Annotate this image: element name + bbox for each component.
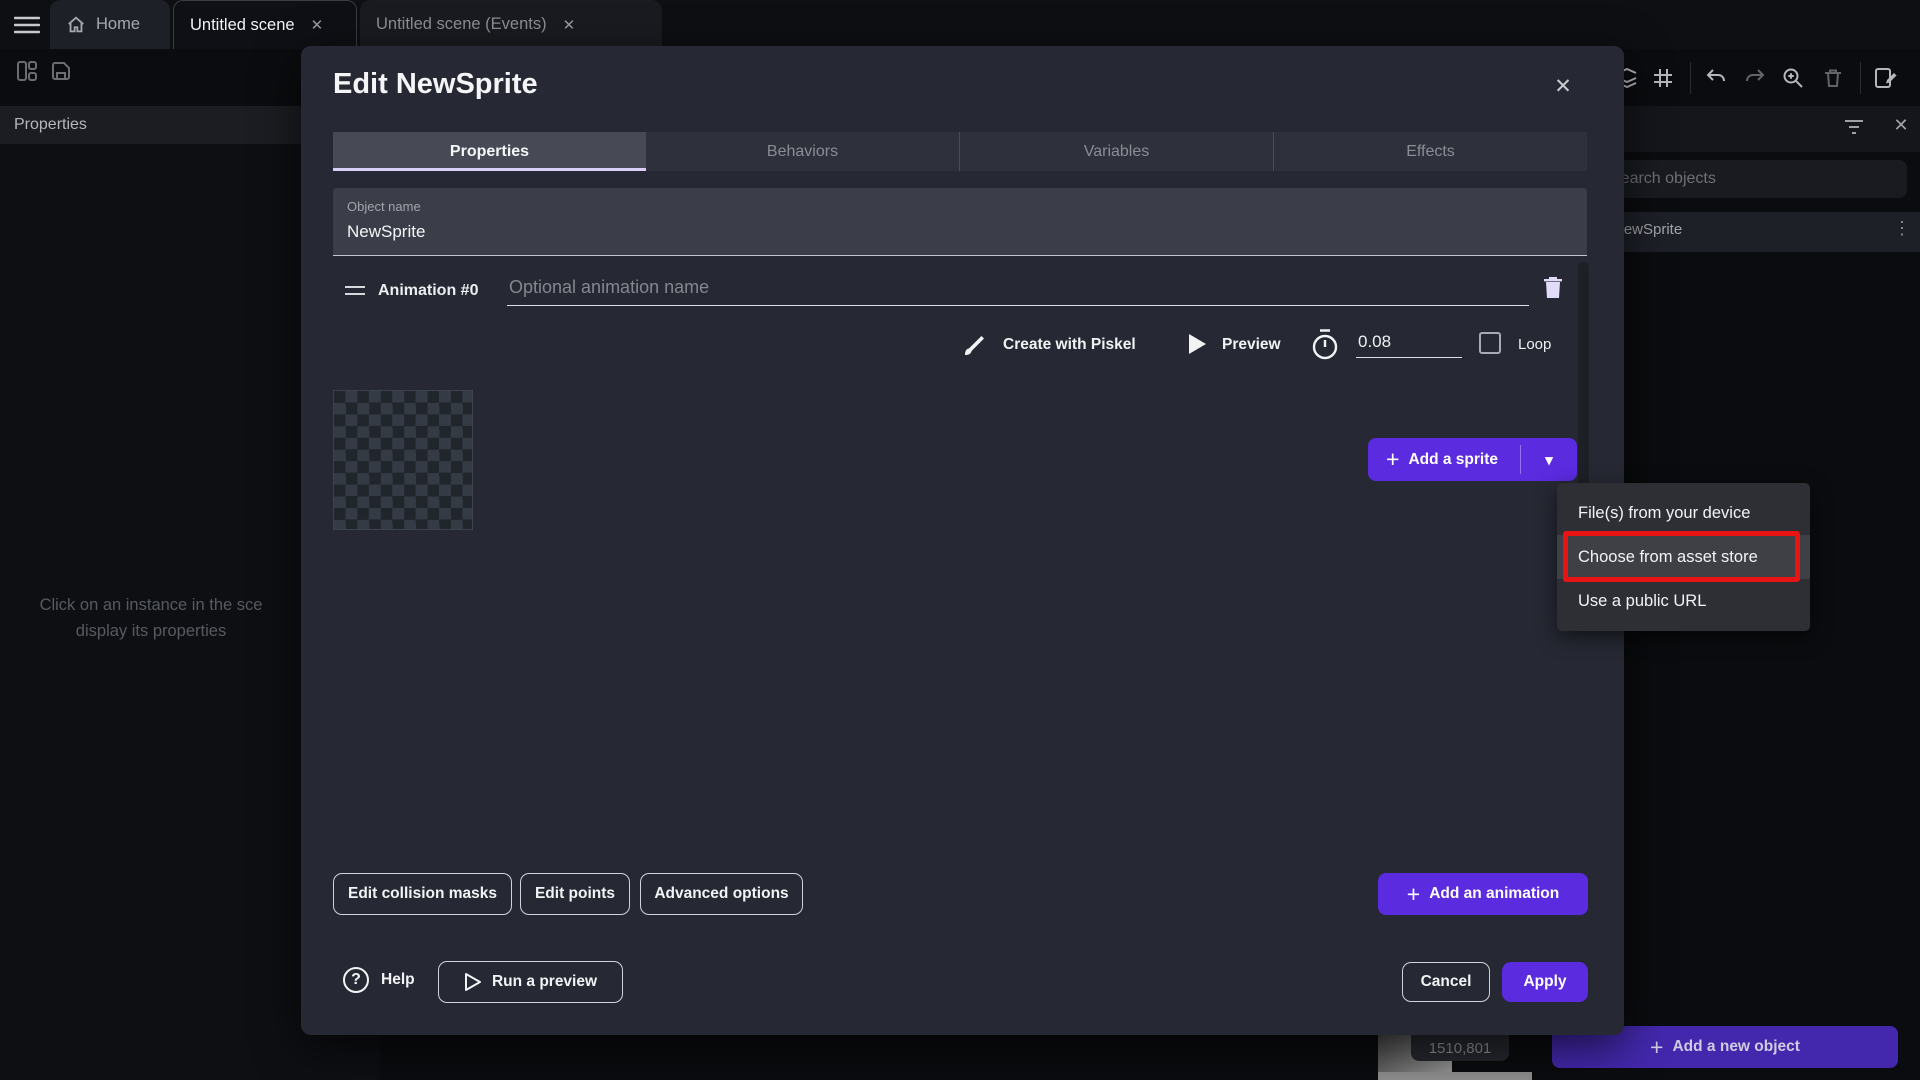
tab-behaviors[interactable]: Behaviors — [646, 132, 959, 171]
dialog-tabs: Properties Behaviors Variables Effects — [333, 132, 1587, 171]
layout-panels-icon[interactable] — [14, 58, 40, 84]
plus-icon: + — [1386, 448, 1399, 471]
play-outline-icon — [464, 972, 482, 992]
loop-checkbox[interactable] — [1479, 332, 1501, 354]
add-animation-label: Add an animation — [1429, 885, 1559, 903]
tab-scene-label: Untitled scene — [190, 16, 295, 35]
delete-animation-icon[interactable] — [1539, 274, 1567, 302]
add-sprite-label: Add a sprite — [1408, 451, 1498, 469]
tab-properties[interactable]: Properties — [333, 132, 646, 171]
brush-icon — [961, 331, 989, 359]
sprite-frame-placeholder[interactable] — [333, 390, 473, 530]
chevron-down-icon[interactable]: ▾ — [1521, 438, 1577, 481]
filter-icon[interactable] — [1843, 117, 1865, 137]
edit-sprite-dialog: Edit NewSprite ✕ Properties Behaviors Va… — [301, 46, 1624, 1035]
object-name-label: Object name — [347, 199, 421, 214]
menu-item-use-public-url[interactable]: Use a public URL — [1557, 579, 1810, 623]
search-objects-input[interactable] — [1598, 160, 1907, 198]
tab-home-label: Home — [96, 15, 140, 34]
grid-icon[interactable] — [1650, 65, 1676, 91]
cursor-coordinates-badge: 1510,801 — [1411, 1035, 1509, 1061]
drag-handle-icon[interactable] — [345, 286, 365, 295]
undo-icon[interactable] — [1703, 65, 1729, 91]
apply-button[interactable]: Apply — [1502, 962, 1588, 1002]
menu-item-choose-from-asset-store[interactable]: Choose from asset store — [1557, 535, 1810, 579]
tab-untitled-scene[interactable]: Untitled scene ✕ — [173, 0, 357, 49]
close-dialog-icon[interactable]: ✕ — [1549, 72, 1577, 100]
object-row-menu-icon[interactable]: ⋮ — [1893, 218, 1911, 239]
tab-untitled-scene-events[interactable]: Untitled scene (Events) ✕ — [360, 0, 662, 49]
preview-button[interactable]: Preview — [1222, 336, 1281, 354]
tab-effects[interactable]: Effects — [1273, 132, 1587, 171]
cancel-button[interactable]: Cancel — [1402, 962, 1490, 1002]
loop-label: Loop — [1518, 336, 1551, 353]
tab-variables[interactable]: Variables — [959, 132, 1273, 171]
help-button[interactable]: Help — [381, 971, 415, 989]
toolbar-divider — [1860, 62, 1861, 94]
help-icon[interactable]: ? — [343, 967, 369, 993]
animation-label: Animation #0 — [378, 282, 478, 300]
dialog-title: Edit NewSprite — [333, 68, 538, 101]
add-animation-button[interactable]: + Add an animation — [1378, 873, 1588, 915]
close-tab-icon[interactable]: ✕ — [311, 16, 324, 34]
redo-icon[interactable] — [1742, 65, 1768, 91]
dialog-scrollbar[interactable] — [1578, 262, 1589, 502]
menu-item-files-from-device[interactable]: File(s) from your device — [1557, 491, 1810, 535]
hamburger-menu-icon[interactable] — [12, 13, 42, 37]
add-sprite-dropdown-menu: File(s) from your device Choose from ass… — [1557, 483, 1810, 631]
toolbar-divider — [1690, 62, 1691, 94]
plus-icon: + — [1407, 883, 1420, 906]
properties-panel-hint: Click on an instance in the sce display … — [0, 592, 302, 644]
edit-points-button[interactable]: Edit points — [520, 873, 630, 915]
tab-events-label: Untitled scene (Events) — [376, 15, 547, 34]
zoom-in-icon[interactable] — [1780, 65, 1806, 91]
run-preview-label: Run a preview — [492, 973, 597, 991]
edit-scene-properties-icon[interactable] — [1872, 65, 1900, 91]
close-panel-icon[interactable]: ✕ — [1890, 114, 1912, 136]
trash-icon[interactable] — [1820, 65, 1846, 91]
home-icon — [66, 15, 86, 35]
properties-panel-title: Properties — [14, 116, 87, 134]
object-name-value: NewSprite — [347, 222, 425, 242]
edit-collision-masks-button[interactable]: Edit collision masks — [333, 873, 512, 915]
stopwatch-icon — [1308, 327, 1342, 363]
close-tab-icon[interactable]: ✕ — [563, 16, 576, 34]
object-name-field[interactable]: Object name NewSprite — [333, 188, 1587, 256]
add-sprite-button[interactable]: + Add a sprite ▾ — [1368, 438, 1577, 481]
scene-canvas-edge — [1378, 1072, 1532, 1080]
top-bar: Home Untitled scene ✕ Untitled scene (Ev… — [0, 0, 1920, 49]
add-new-object-label: Add a new object — [1672, 1038, 1799, 1056]
create-with-piskel-button[interactable]: Create with Piskel — [1003, 336, 1136, 354]
time-between-frames-input[interactable] — [1356, 326, 1462, 358]
animation-name-input[interactable] — [507, 270, 1529, 306]
save-icon[interactable] — [48, 58, 74, 84]
play-icon — [1185, 332, 1209, 356]
plus-icon: + — [1650, 1036, 1663, 1059]
advanced-options-button[interactable]: Advanced options — [640, 873, 803, 915]
tab-home[interactable]: Home — [50, 0, 170, 49]
run-preview-button[interactable]: Run a preview — [438, 961, 623, 1003]
